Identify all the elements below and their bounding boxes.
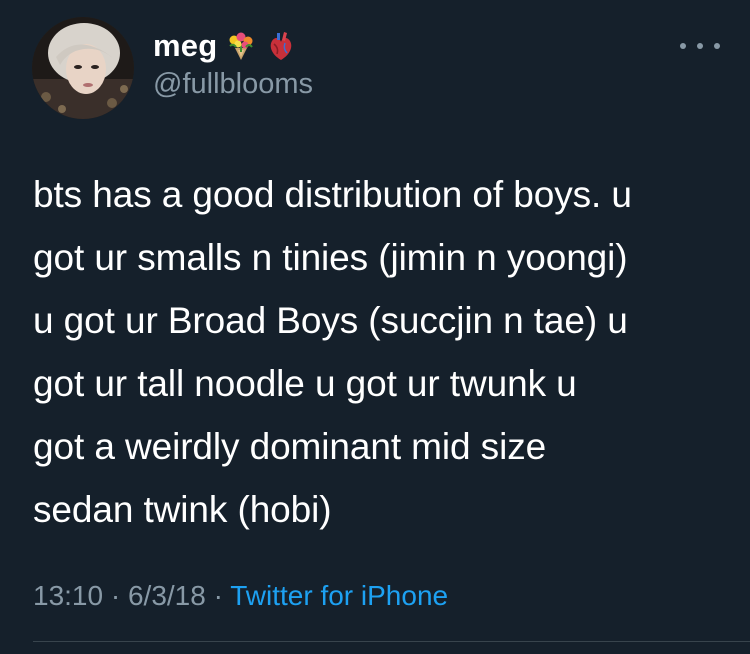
tweet-line: u got ur Broad Boys (succjin n tae) u [33,300,628,341]
tweet-date: 6/3/18 [127,580,206,611]
tweet-text: bts has a good distribution of boys. u g… [33,163,733,541]
more-dot [714,43,720,49]
more-dots-icon[interactable] [680,36,720,56]
bouquet-emoji-icon [225,30,257,62]
more-dot [697,43,703,49]
tweet-line: got ur smalls n tinies (jimin n yoongi) [33,237,628,278]
tweet-line: bts has a good distribution of boys. u [33,174,632,215]
tweet-line: got a weirdly dominant mid size [33,426,547,467]
tweet-line: sedan twink (hobi) [33,489,332,530]
avatar[interactable] [32,17,134,119]
more-dot [680,43,686,49]
tweet-time: 13:10 [33,580,104,611]
tweet-source-link[interactable]: Twitter for iPhone [230,580,448,611]
display-name[interactable]: meg [153,28,217,64]
user-info[interactable]: meg @fullblooms [153,26,313,101]
tweet: meg @fullblooms bts has a good distribut… [0,0,750,654]
anatomical-heart-emoji-icon [265,30,297,62]
divider [33,641,750,642]
user-handle[interactable]: @fullblooms [153,68,313,101]
meta-separator: · [205,580,231,611]
tweet-meta: 13:10 · 6/3/18 · Twitter for iPhone [33,580,448,612]
avatar-image [32,17,134,119]
tweet-line: got ur tall noodle u got ur twunk u [33,363,577,404]
meta-separator: · [103,580,128,611]
name-row: meg [153,26,313,66]
